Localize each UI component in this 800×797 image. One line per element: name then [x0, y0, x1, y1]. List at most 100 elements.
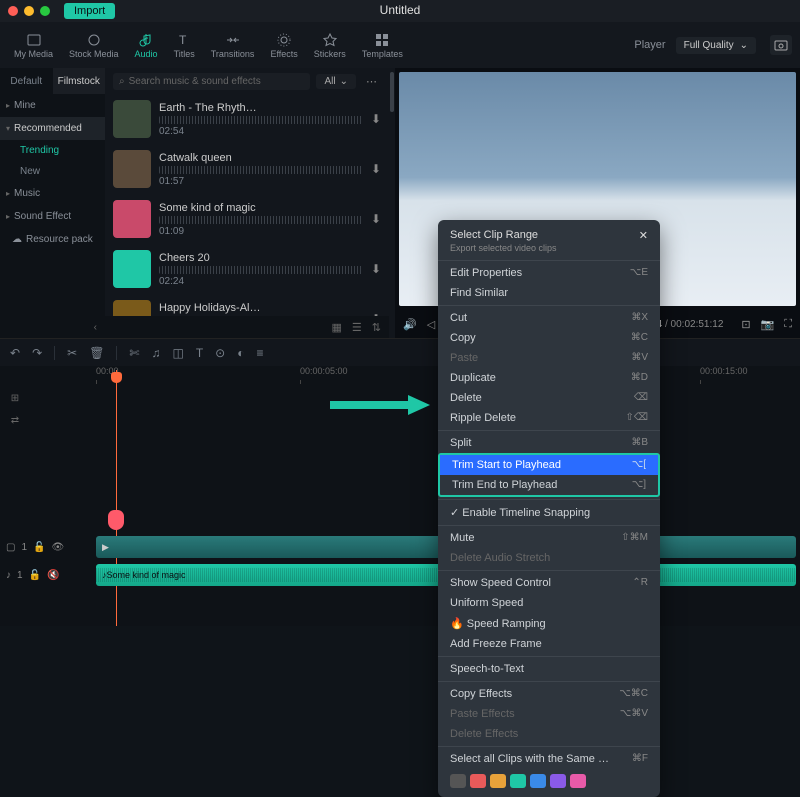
- track-row[interactable]: Earth - The Rhyth… 02:54 ⬇: [105, 94, 389, 144]
- track-row[interactable]: Some kind of magic 01:09 ⬇: [105, 194, 389, 244]
- eye-icon[interactable]: 👁: [51, 542, 64, 553]
- close-icon[interactable]: ✕: [639, 229, 648, 242]
- tab-effects[interactable]: Effects: [264, 29, 303, 62]
- color-icon[interactable]: ◐: [237, 346, 244, 360]
- tab-stickers[interactable]: Stickers: [308, 29, 352, 62]
- ctx-item[interactable]: Show Speed Control⌃R: [438, 573, 660, 593]
- tab-stock-media[interactable]: Stock Media: [63, 29, 125, 62]
- color-chip[interactable]: [450, 774, 466, 788]
- speed-icon[interactable]: ⊙: [215, 346, 225, 360]
- ctx-item[interactable]: Mute⇧⌘M: [438, 528, 660, 548]
- ruler-tick: 00:00:05:00: [300, 366, 348, 376]
- main-tabs: My Media Stock Media Audio TTitles Trans…: [0, 22, 800, 68]
- tab-audio[interactable]: Audio: [129, 29, 164, 62]
- sidebar-item-recommended[interactable]: ▾Recommended: [0, 117, 105, 140]
- color-chip[interactable]: [490, 774, 506, 788]
- ctx-snap[interactable]: ✓ Enable Timeline Snapping: [438, 502, 660, 523]
- quality-select[interactable]: Full Quality⌄: [676, 37, 756, 54]
- track-info: Happy Holidays-Al… 01:09: [159, 302, 363, 317]
- delete-icon[interactable]: 🗑: [89, 346, 104, 360]
- track-thumb: [113, 200, 151, 238]
- sidebar-sub-new[interactable]: New: [0, 161, 105, 182]
- ctx-item[interactable]: Find Similar: [438, 283, 660, 303]
- sidebar-item-sound-effect[interactable]: ▸Sound Effect: [0, 205, 105, 228]
- ctx-header[interactable]: Select Clip Range✕: [438, 224, 660, 243]
- filter-all[interactable]: All⌄: [316, 74, 356, 89]
- sidebar-sub-trending[interactable]: Trending: [0, 140, 105, 161]
- annotation-arrow: [330, 393, 430, 420]
- sidebar-item-music[interactable]: ▸Music: [0, 182, 105, 205]
- download-icon[interactable]: ⬇: [371, 212, 381, 226]
- more-icon[interactable]: ⋯: [362, 75, 381, 88]
- timeline-link-icon[interactable]: ⇄: [6, 412, 24, 428]
- download-icon[interactable]: ⬇: [371, 262, 381, 276]
- download-icon[interactable]: ⬇: [371, 162, 381, 176]
- ctx-trim-start[interactable]: Trim Start to Playhead⌥[: [440, 455, 658, 475]
- ctx-item: Delete Effects: [438, 724, 660, 744]
- fullscreen-icon[interactable]: ⛶: [784, 318, 792, 331]
- track-row[interactable]: Happy Holidays-Al… 01:09 ⬇: [105, 294, 389, 316]
- ctx-item[interactable]: Delete⌫: [438, 388, 660, 408]
- ctx-item[interactable]: Add Freeze Frame: [438, 634, 660, 654]
- collapse-icon[interactable]: ‹: [94, 322, 97, 333]
- search-input[interactable]: ⌕Search music & sound effects: [113, 73, 310, 90]
- redo-icon[interactable]: ↷: [32, 346, 42, 360]
- ctx-item[interactable]: Duplicate⌘D: [438, 368, 660, 388]
- track-row[interactable]: Catwalk queen 01:57 ⬇: [105, 144, 389, 194]
- ctx-split[interactable]: Split⌘B: [438, 433, 660, 453]
- sidebar-item-mine[interactable]: ▸Mine: [0, 94, 105, 117]
- import-button[interactable]: Import: [64, 3, 115, 19]
- close-dot[interactable]: [8, 6, 18, 16]
- tab-my-media[interactable]: My Media: [8, 29, 59, 62]
- ctx-speech-to-text[interactable]: Speech-to-Text: [438, 659, 660, 679]
- grid-view-icon[interactable]: ▦: [332, 321, 342, 334]
- prev-icon[interactable]: ◁: [427, 318, 435, 331]
- color-chip[interactable]: [530, 774, 546, 788]
- color-chip[interactable]: [550, 774, 566, 788]
- lock-icon[interactable]: 🔓: [33, 542, 45, 553]
- tab-transitions[interactable]: Transitions: [205, 29, 261, 62]
- track-row[interactable]: Cheers 20 02:24 ⬇: [105, 244, 389, 294]
- ctx-trim-end[interactable]: Trim End to Playhead⌥]: [440, 475, 658, 495]
- list-view-icon[interactable]: ☰: [352, 321, 362, 334]
- marker[interactable]: [108, 510, 124, 530]
- split-icon[interactable]: ✄: [129, 346, 139, 360]
- tab-templates[interactable]: Templates: [356, 29, 409, 62]
- sound-icon[interactable]: 🔊: [403, 318, 417, 331]
- music-note-icon[interactable]: ♫: [151, 346, 160, 360]
- tab-titles[interactable]: TTitles: [168, 29, 201, 62]
- snapshot-button[interactable]: [770, 35, 792, 55]
- playhead[interactable]: [116, 370, 117, 626]
- sidebar: Default Filmstock ▸Mine ▾Recommended Tre…: [0, 68, 105, 338]
- max-dot[interactable]: [40, 6, 50, 16]
- ctx-item[interactable]: Copy Effects⌥⌘C: [438, 684, 660, 704]
- undo-icon[interactable]: ↶: [10, 346, 20, 360]
- mute-icon[interactable]: 🔇: [47, 570, 59, 581]
- ctx-item[interactable]: Edit Properties⌥E: [438, 263, 660, 283]
- ctx-item[interactable]: 🔥 Speed Ramping: [438, 613, 660, 634]
- sidebar-tab-default[interactable]: Default: [0, 68, 53, 94]
- mark-in-icon[interactable]: ⊡: [741, 318, 750, 331]
- camera-icon[interactable]: 📷: [761, 318, 775, 331]
- cut-icon[interactable]: ✂: [67, 346, 77, 360]
- crop-icon[interactable]: ◫: [172, 346, 183, 360]
- track-thumb: [113, 100, 151, 138]
- timeline-expand-icon[interactable]: ⊞: [6, 390, 24, 406]
- ctx-item[interactable]: Copy⌘C: [438, 328, 660, 348]
- color-chip[interactable]: [570, 774, 586, 788]
- ctx-item[interactable]: Uniform Speed: [438, 593, 660, 613]
- sort-icon[interactable]: ⇅: [372, 321, 381, 334]
- color-chip[interactable]: [510, 774, 526, 788]
- ctx-item[interactable]: Cut⌘X: [438, 308, 660, 328]
- text-icon[interactable]: T: [196, 346, 203, 360]
- playhead-handle[interactable]: [111, 372, 122, 383]
- color-chip[interactable]: [470, 774, 486, 788]
- adjust-icon[interactable]: ≡: [256, 346, 263, 360]
- ctx-color-select[interactable]: Select all Clips with the Same Color Mar…: [438, 749, 660, 769]
- download-icon[interactable]: ⬇: [371, 112, 381, 126]
- min-dot[interactable]: [24, 6, 34, 16]
- lock-icon[interactable]: 🔓: [29, 570, 41, 581]
- sidebar-tab-filmstock[interactable]: Filmstock: [53, 68, 106, 94]
- sidebar-item-resource-pack[interactable]: ☁Resource pack: [0, 228, 105, 251]
- ctx-item[interactable]: Ripple Delete⇧⌫: [438, 408, 660, 428]
